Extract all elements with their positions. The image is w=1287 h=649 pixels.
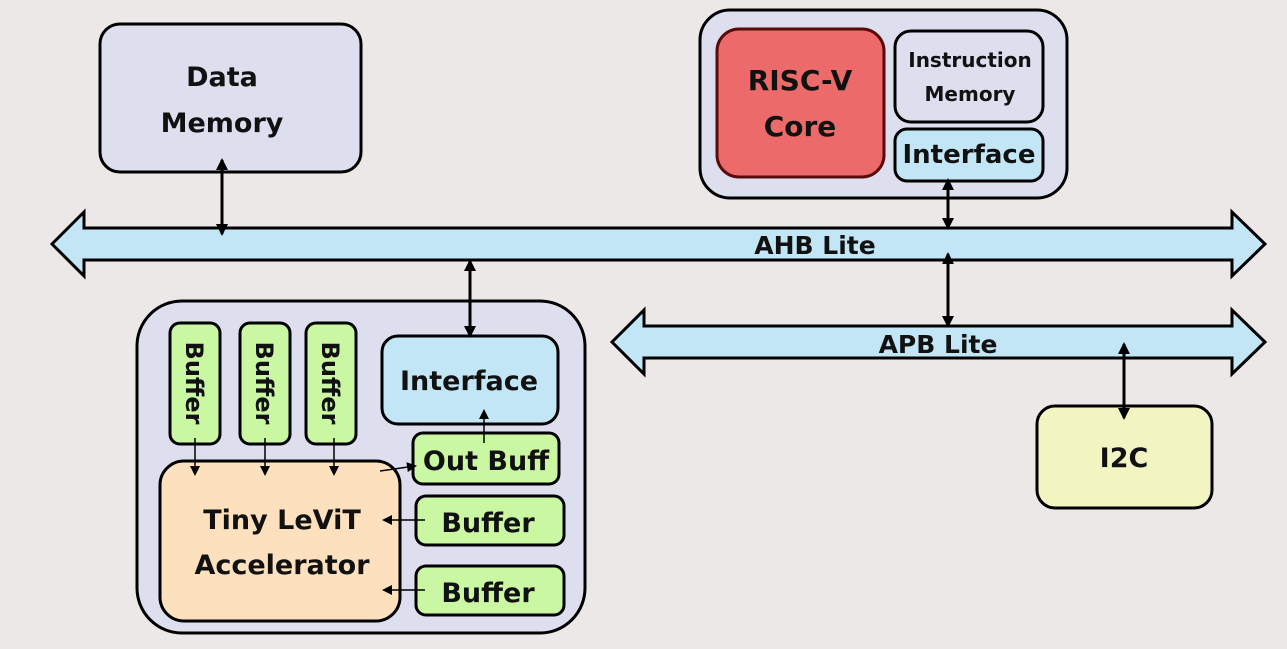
ahb-lite-bus: AHB Lite <box>49 208 1268 280</box>
i2c-label: I2C <box>1100 443 1149 474</box>
out-buffer-block: Out Buff <box>411 431 561 486</box>
apb-lite-bus: APB Lite <box>609 306 1268 378</box>
ahb-lite-label: AHB Lite <box>754 231 875 260</box>
input-buffer-1: Buffer <box>168 321 222 446</box>
out-buffer-label: Out Buff <box>423 446 550 477</box>
tiny-levit-accelerator-block: Tiny LeViT Accelerator <box>158 459 402 623</box>
accelerator-subsystem: Interface Buffer Buffer Buffer Tiny LeVi… <box>135 299 587 635</box>
input-buffer-2-label: Buffer <box>250 342 278 425</box>
data-memory-block: Data Memory <box>98 22 363 174</box>
instruction-memory-block: Instruction Memory <box>893 29 1045 124</box>
instruction-memory-label-line2: Memory <box>925 82 1016 106</box>
apb-lite-label: APB Lite <box>879 330 998 359</box>
side-buffer-1-label: Buffer <box>441 508 535 539</box>
instruction-memory-label-line1: Instruction <box>908 48 1032 72</box>
data-memory-label-line1: Data <box>186 62 258 93</box>
risc-v-core-block: RISC-V Core <box>715 27 886 179</box>
input-buffer-3-label: Buffer <box>316 342 344 425</box>
cpu-interface-block: Interface <box>893 127 1045 183</box>
i2c-block: I2C <box>1035 404 1214 510</box>
input-buffer-3: Buffer <box>304 321 358 446</box>
cpu-interface-label: Interface <box>903 140 1036 170</box>
risc-v-core-label-line1: RISC-V <box>748 64 853 97</box>
side-buffer-1: Buffer <box>414 494 566 547</box>
accelerator-label-line1: Tiny LeViT <box>203 505 361 536</box>
accelerator-interface-label: Interface <box>400 366 538 397</box>
accelerator-label-line2: Accelerator <box>194 550 370 581</box>
accelerator-interface-block: Interface <box>380 334 560 426</box>
risc-v-core-label-line2: Core <box>764 110 837 143</box>
cpu-subsystem: RISC-V Core Instruction Memory Interface <box>698 8 1069 200</box>
input-buffer-1-label: Buffer <box>180 342 208 425</box>
data-memory-label-line2: Memory <box>161 108 284 139</box>
side-buffer-2: Buffer <box>414 564 566 617</box>
input-buffer-2: Buffer <box>238 321 292 446</box>
soc-block-diagram: Data Memory RISC-V Core Instruction Memo… <box>49 8 1268 635</box>
side-buffer-2-label: Buffer <box>441 578 535 609</box>
